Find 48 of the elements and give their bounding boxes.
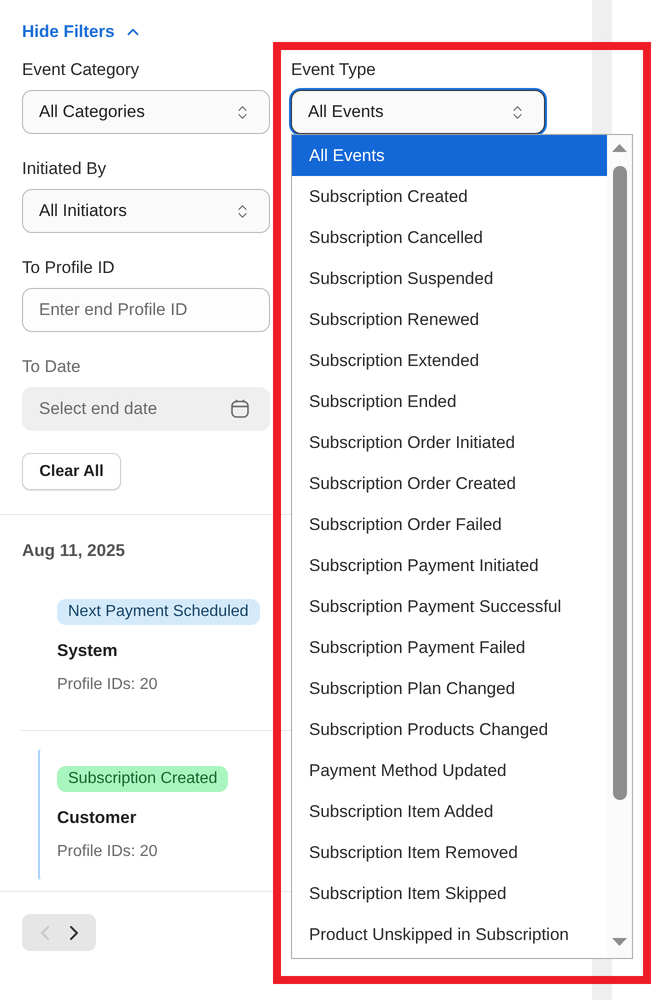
dropdown-option[interactable]: Subscription Ended — [292, 381, 607, 422]
profile-ids-text: Profile IDs: 20 — [57, 842, 158, 862]
next-page-button[interactable] — [70, 926, 78, 940]
dropdown-option[interactable]: Subscription Order Initiated — [292, 422, 607, 463]
hide-filters-button[interactable]: Hide Filters — [22, 22, 142, 42]
field-label: Event Type — [291, 60, 377, 80]
dropdown-option[interactable]: Product Unskipped in Subscription — [292, 914, 607, 955]
initiator-name: System — [57, 641, 118, 661]
dropdown-select[interactable]: All Initiators — [22, 189, 270, 233]
event-type-badge: Next Payment Scheduled — [57, 599, 260, 625]
dropdown-option[interactable]: Subscription Products Changed — [292, 709, 607, 750]
event-card[interactable]: Next Payment Scheduled System Profile IDs: 20 — [38, 582, 264, 713]
input-field[interactable]: Enter end Profile ID — [22, 288, 270, 332]
field-label: Initiated By — [22, 159, 108, 179]
event-card[interactable]: Subscription Created Customer Profile IDs: 20 — [38, 749, 232, 880]
calendar-icon — [231, 399, 249, 418]
dropdown-option[interactable]: Subscription Payment Successful — [292, 586, 607, 627]
scrollbar-thumb[interactable] — [612, 166, 626, 800]
dropdown-option[interactable]: Subscription Order Created — [292, 463, 607, 504]
event-date: Aug 11, 2025 — [22, 541, 126, 561]
dropdown-select[interactable]: All Categories — [22, 90, 270, 134]
dropdown-option[interactable]: Subscription Created — [292, 176, 607, 217]
dropdown-option[interactable]: Subscription Renewed — [292, 299, 607, 340]
scrollbar[interactable] — [607, 135, 632, 958]
field-label: To Date — [22, 357, 82, 377]
dropdown-option[interactable]: Subscription Item Skipped — [292, 873, 607, 914]
dropdown-select[interactable]: All Events — [291, 90, 545, 134]
field-label: To Profile ID — [22, 258, 116, 278]
dropdown-option[interactable]: Subscription Payment Failed — [292, 627, 607, 668]
dropdown-option[interactable]: Payment Method Updated — [292, 750, 607, 791]
chevron-left-icon — [40, 926, 48, 940]
profile-ids-text: Profile IDs: 20 — [57, 675, 158, 695]
initiator-name: Customer — [57, 808, 136, 828]
clear-all-button[interactable]: Clear All — [22, 453, 121, 490]
dropdown-option[interactable]: Subscription Item Added — [292, 791, 607, 832]
chevron-right-icon — [70, 926, 78, 940]
dropdown-option[interactable]: Subscription Extended — [292, 340, 607, 381]
dropdown-option[interactable]: Subscription Plan Changed — [292, 668, 607, 709]
dropdown-option[interactable]: Subscription Suspended — [292, 258, 607, 299]
dropdown-option[interactable]: All Events — [292, 135, 607, 176]
dropdown-option[interactable]: Subscription Cancelled — [292, 217, 607, 258]
dropdown-option[interactable]: Subscription Order Failed — [292, 504, 607, 545]
scroll-up-arrow-icon[interactable] — [612, 144, 627, 152]
dropdown-option[interactable]: Subscription Item Removed — [292, 832, 607, 873]
scroll-down-arrow-icon[interactable] — [612, 938, 627, 946]
field-label: Event Category — [22, 60, 140, 80]
dropdown-option[interactable]: Subscription Payment Initiated — [292, 545, 607, 586]
event-type-badge: Subscription Created — [57, 766, 228, 792]
